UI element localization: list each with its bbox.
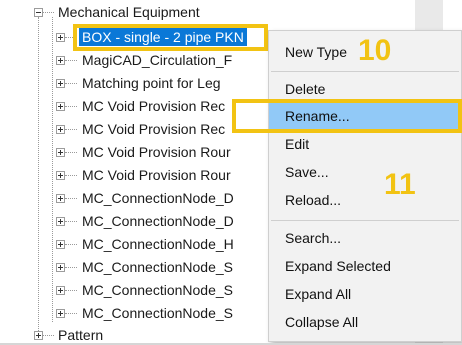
tree-node[interactable]: MC Void Provision Rour: [82, 143, 231, 161]
collapse-toggle-icon[interactable]: [34, 8, 43, 17]
tree-node[interactable]: MC_ConnectionNode_S: [82, 281, 233, 299]
tree-connector-line: [65, 129, 77, 130]
tree-node[interactable]: MC_ConnectionNode_H: [82, 235, 234, 253]
tree-connector-line: [65, 221, 77, 222]
tree-connector-line: [65, 152, 77, 153]
tree-node[interactable]: MC Void Provision Rec: [82, 120, 225, 138]
menu-item-edit[interactable]: Edit: [269, 131, 461, 157]
tree-connector-line: [65, 198, 77, 199]
tree-connector-line: [65, 267, 77, 268]
tree-connector-line: [65, 290, 77, 291]
tree-connector-line: [52, 17, 53, 322]
menu-item-expand-all[interactable]: Expand All: [269, 281, 461, 307]
tree-connector-line: [65, 244, 77, 245]
tree-node[interactable]: MC_ConnectionNode_S: [82, 304, 233, 322]
tree-node[interactable]: MC Void Provision Rec: [82, 97, 225, 115]
context-menu: New Type Delete Rename... Edit Save... R…: [268, 30, 462, 342]
expand-toggle-icon[interactable]: [34, 331, 43, 340]
tree-node[interactable]: MC_ConnectionNode_D: [82, 189, 234, 207]
menu-item-search[interactable]: Search...: [269, 225, 461, 251]
expand-toggle-icon[interactable]: [56, 194, 65, 203]
expand-toggle-icon[interactable]: [56, 79, 65, 88]
callout-highlight-selected-node: [73, 24, 268, 51]
callout-highlight-rename: [232, 99, 462, 133]
tree-node[interactable]: MC_ConnectionNode_S: [82, 258, 233, 276]
tree-node[interactable]: MC Void Provision Rour: [82, 166, 231, 184]
expand-toggle-icon[interactable]: [56, 102, 65, 111]
expand-toggle-icon[interactable]: [56, 263, 65, 272]
expand-toggle-icon[interactable]: [56, 33, 65, 42]
tree-connector-line: [65, 60, 77, 61]
tree-node[interactable]: Matching point for Leg: [82, 74, 221, 92]
tree-node[interactable]: MC_ConnectionNode_D: [82, 212, 234, 230]
tree-node-mechanical-equipment[interactable]: Mechanical Equipment: [58, 3, 200, 21]
tree-connector-line: [65, 313, 77, 314]
tree-connector-line: [65, 106, 77, 107]
menu-item-collapse-all[interactable]: Collapse All: [269, 309, 461, 335]
expand-toggle-icon[interactable]: [56, 148, 65, 157]
tree-node-pattern[interactable]: Pattern: [58, 326, 103, 344]
tree-node[interactable]: MagiCAD_Circulation_F: [82, 51, 232, 69]
menu-item-expand-selected[interactable]: Expand Selected: [269, 253, 461, 279]
expand-toggle-icon[interactable]: [56, 217, 65, 226]
tree-connector-line: [65, 175, 77, 176]
step-number-10: 10: [358, 34, 392, 67]
step-number-11: 11: [384, 168, 416, 201]
expand-toggle-icon[interactable]: [56, 309, 65, 318]
menu-item-save[interactable]: Save...: [269, 159, 461, 185]
menu-item-reload[interactable]: Reload...: [269, 187, 461, 213]
expand-toggle-icon[interactable]: [56, 240, 65, 249]
expand-toggle-icon[interactable]: [56, 286, 65, 295]
expand-toggle-icon[interactable]: [56, 56, 65, 65]
menu-separator: [271, 71, 459, 72]
expand-toggle-icon[interactable]: [56, 125, 65, 134]
tree-connector-line: [38, 17, 39, 335]
menu-separator: [271, 220, 459, 221]
tree-connector-line: [65, 83, 77, 84]
expand-toggle-icon[interactable]: [56, 171, 65, 180]
